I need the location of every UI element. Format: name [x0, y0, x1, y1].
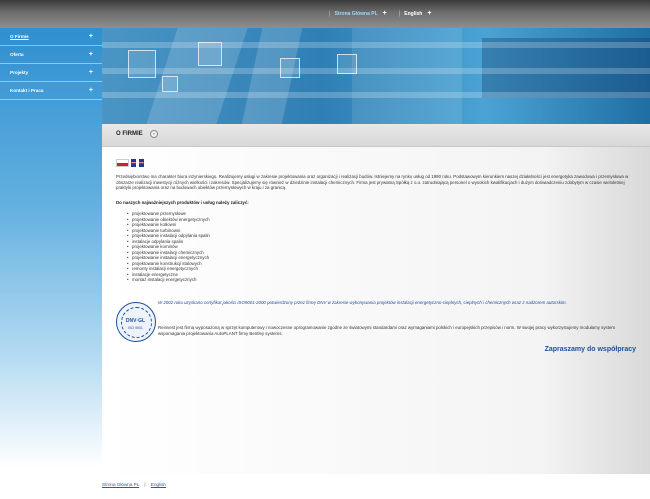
badge-name: DNV·GL	[125, 318, 146, 324]
sidebar-item-kontakt-i-praca[interactable]: Kontakt i Praca +	[0, 82, 102, 100]
british-flag-icon[interactable]	[131, 159, 144, 167]
arrow-circle-icon: »	[150, 130, 158, 138]
polish-flag-icon[interactable]	[116, 159, 129, 167]
footer-links: Strona Główna PL | English	[102, 482, 166, 487]
plus-icon: +	[427, 10, 432, 17]
sidebar-item-projekty[interactable]: Projekty +	[0, 64, 102, 82]
nav-separator: |	[398, 10, 401, 17]
sidebar-item-oferta[interactable]: Oferta +	[0, 46, 102, 64]
certification-badge-icon: DNV·GL ISO 9001	[116, 302, 156, 342]
nav-separator: |	[329, 10, 331, 17]
footer-link-english[interactable]: English	[151, 482, 166, 487]
main-content: O FIRMIE » Przedsiębiorstwo ma charakter…	[102, 124, 650, 474]
closing-slogan: Zapraszamy do współpracy	[544, 346, 636, 353]
plus-icon: +	[88, 51, 93, 58]
footer-separator: |	[144, 482, 146, 487]
footer-link-home-pl[interactable]: Strona Główna PL	[102, 482, 139, 487]
footer: Strona Główna PL | English	[0, 474, 650, 499]
plus-icon: +	[88, 69, 93, 76]
list-item: montaż instalacji energetycznych	[127, 277, 210, 283]
services-heading: Do naszych najważniejszych produktów i u…	[116, 200, 249, 205]
sidebar-menu: O Firmie + Oferta + Projekty + Kontakt i…	[0, 28, 102, 468]
sidebar-item-o-firmie[interactable]: O Firmie +	[0, 28, 102, 46]
page-title: O FIRMIE	[116, 131, 143, 137]
top-navigation: | Strona Główna PL + | English +	[325, 10, 439, 17]
sidebar-item-label: Oferta	[10, 52, 24, 57]
company-intro-text: Przedsiębiorstwo ma charakter biura inży…	[116, 174, 629, 191]
plus-icon: +	[88, 87, 93, 94]
sidebar-item-label: Kontakt i Praca	[10, 88, 44, 93]
badge-standard: ISO 9001	[128, 326, 143, 330]
nav-link-english[interactable]: English	[404, 11, 422, 17]
sidebar-item-label: Projekty	[10, 70, 29, 75]
plus-icon: +	[382, 10, 387, 17]
services-list: projektowanie przemysłowe projektowanie …	[127, 211, 210, 283]
plus-icon: +	[88, 33, 93, 40]
certification-text: W 2002 roku uzyskano certyfikat jakości …	[158, 300, 567, 305]
section-header: O FIRMIE »	[102, 124, 650, 147]
header-banner-image	[102, 28, 650, 124]
nav-link-home-pl[interactable]: Strona Główna PL	[335, 11, 378, 17]
tools-text: Reinvest jest firmą wyposażoną w sprzęt …	[158, 325, 616, 336]
sidebar-item-label: O Firmie	[10, 34, 29, 39]
top-header-bar: | Strona Główna PL + | English +	[0, 0, 650, 28]
language-flags	[116, 159, 144, 167]
